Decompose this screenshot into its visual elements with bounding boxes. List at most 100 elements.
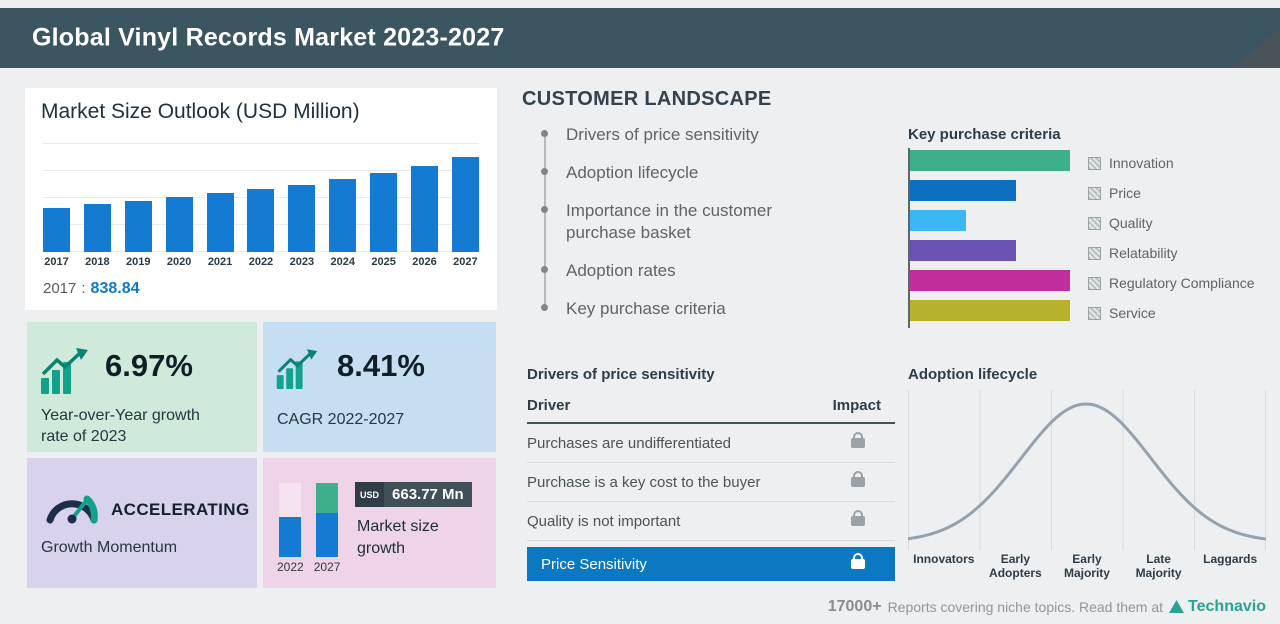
lock-icon [851, 559, 865, 569]
growth-label: Market size growth [357, 516, 467, 559]
corner-fold-decoration [1232, 28, 1280, 68]
legend-swatch-icon [1088, 277, 1101, 290]
lock-icon [851, 438, 865, 448]
stage-early-majority: Early Majority [1051, 552, 1123, 581]
table-header-row: Driver Impact [527, 392, 895, 424]
mini-bar-2022 [279, 517, 301, 557]
market-year-label: 2026 [410, 256, 440, 268]
legend-label: Regulatory Compliance [1109, 275, 1255, 291]
market-year-label: 2018 [82, 256, 112, 268]
price-sensitivity-title: Drivers of price sensitivity [527, 366, 715, 383]
legend-label: Price [1109, 185, 1141, 201]
adoption-lifecycle-chart [908, 390, 1266, 550]
mini-chart-col-start: 2022 [277, 483, 304, 574]
stage-innovators: Innovators [908, 552, 980, 581]
kpc-bar-quality [910, 210, 966, 231]
market-bar-2019 [125, 201, 152, 252]
lock-icon [851, 516, 865, 526]
legend-swatch-icon [1088, 307, 1101, 320]
market-bar-2020 [166, 197, 193, 252]
cagr-trend-icon [275, 348, 325, 392]
driver-text: Quality is not important [527, 513, 680, 530]
market-year-label: 2021 [205, 256, 235, 268]
kpc-bar-relatability [910, 240, 1016, 261]
landscape-item-purchase-basket: Importance in the customer purchase bask… [540, 200, 806, 244]
market-year-label: 2025 [369, 256, 399, 268]
brand-name: Technavio [1188, 598, 1266, 616]
yoy-growth-label: Year-over-Year growth rate of 2023 [41, 406, 216, 448]
adoption-lifecycle-title: Adoption lifecycle [908, 366, 1037, 383]
highlight-text: Price Sensitivity [541, 556, 647, 573]
customer-landscape-title: CUSTOMER LANDSCAPE [522, 88, 772, 111]
yoy-growth-card: 6.97% Year-over-Year growth rate of 2023 [27, 322, 257, 452]
speedometer-icon [43, 486, 101, 524]
momentum-value: ACCELERATING [111, 500, 250, 520]
landscape-item-adoption-lifecycle: Adoption lifecycle [540, 162, 840, 184]
legend-item-regulatory-compliance: Regulatory Compliance [1088, 272, 1255, 294]
market-year-label: 2024 [328, 256, 358, 268]
footer: 17000+ Reports covering niche topics. Re… [828, 598, 1266, 616]
momentum-label: Growth Momentum [41, 538, 216, 559]
cagr-label: CAGR 2022-2027 [277, 410, 452, 431]
base-year: 2017 [43, 280, 76, 297]
adoption-lifecycle-labels: Innovators Early Adopters Early Majority… [908, 552, 1266, 581]
footer-text: Reports covering niche topics. Read them… [888, 599, 1163, 615]
growth-amount-badge: USD 663.77 Mn [355, 482, 472, 507]
market-year-label: 2017 [42, 256, 72, 268]
market-year-label: 2023 [287, 256, 317, 268]
growth-bars-icon [39, 348, 97, 396]
currency-label: USD [355, 482, 384, 507]
base-year-row: 2017:838.84 [43, 280, 139, 298]
base-year-value: 838.84 [91, 280, 140, 297]
bell-curve-line [908, 404, 1266, 539]
stage-early-adopters: Early Adopters [980, 552, 1052, 581]
market-year-label: 2022 [246, 256, 276, 268]
mini-bar-growth-segment [316, 483, 338, 513]
legend-item-innovation: Innovation [1088, 152, 1255, 174]
market-bar-2018 [84, 204, 111, 252]
cagr-value: 8.41% [337, 348, 425, 384]
stage-late-majority: Late Majority [1123, 552, 1195, 581]
market-year-label: 2027 [450, 256, 480, 268]
legend-item-price: Price [1088, 182, 1255, 204]
market-bar-2022 [247, 189, 274, 252]
legend-swatch-icon [1088, 187, 1101, 200]
technavio-logo-icon [1169, 600, 1184, 614]
legend-item-relatability: Relatability [1088, 242, 1255, 264]
legend-item-quality: Quality [1088, 212, 1255, 234]
table-row: Purchase is a key cost to the buyer [527, 463, 895, 502]
infographic-canvas: Global Vinyl Records Market 2023-2027 Ma… [0, 0, 1280, 624]
cagr-card: 8.41% CAGR 2022-2027 [263, 322, 496, 452]
driver-text: Purchase is a key cost to the buyer [527, 474, 760, 491]
legend-label: Quality [1109, 215, 1153, 231]
market-bar-2027 [452, 157, 479, 252]
market-size-growth-card: 2022 2027 USD 663.77 Mn Market size grow… [263, 458, 496, 588]
header-bar: Global Vinyl Records Market 2023-2027 [0, 8, 1280, 68]
growth-momentum-card: ACCELERATING Growth Momentum [27, 458, 257, 588]
kpc-bar-chart [910, 150, 1070, 330]
technavio-link[interactable]: Technavio [1169, 598, 1266, 616]
base-year-separator: : [81, 280, 85, 297]
landscape-item-key-purchase-criteria: Key purchase criteria [540, 298, 840, 320]
customer-landscape-list: Drivers of price sensitivity Adoption li… [540, 124, 840, 337]
legend-item-service: Service [1088, 302, 1255, 324]
kpc-bar-service [910, 300, 1070, 321]
driver-text: Purchases are undifferentiated [527, 435, 731, 452]
market-bar-2026 [411, 166, 438, 252]
market-year-label: 2020 [164, 256, 194, 268]
market-size-bar-chart [43, 142, 479, 252]
legend-swatch-icon [1088, 157, 1101, 170]
legend-label: Innovation [1109, 155, 1174, 171]
market-size-panel: Market Size Outlook (USD Million) 201720… [25, 88, 497, 310]
market-bar-2021 [207, 193, 234, 252]
market-bar-2023 [288, 185, 315, 252]
market-size-title: Market Size Outlook (USD Million) [41, 100, 360, 124]
mini-ghost-bar [279, 483, 301, 557]
kpc-bar-innovation [910, 150, 1070, 171]
mini-year-end: 2027 [314, 560, 341, 574]
table-row: Quality is not important [527, 502, 895, 541]
mini-bar-base-segment [316, 513, 338, 557]
legend-label: Service [1109, 305, 1156, 321]
market-bar-2017 [43, 208, 70, 252]
mini-chart-col-end: 2027 [314, 483, 341, 574]
